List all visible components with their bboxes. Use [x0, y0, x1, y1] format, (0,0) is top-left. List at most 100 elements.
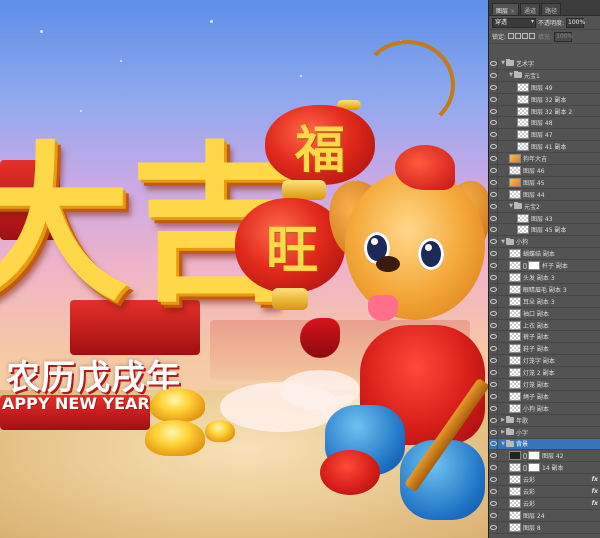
- layer-row[interactable]: 图层 44: [489, 188, 600, 201]
- layer-group-row[interactable]: ▼ 背景: [489, 438, 600, 451]
- layer-row[interactable]: 杆子 副本: [489, 260, 600, 273]
- layer-row[interactable]: 绳子 副本: [489, 390, 600, 403]
- visibility-eye-icon[interactable]: [489, 521, 498, 533]
- visibility-eye-icon[interactable]: [489, 129, 498, 141]
- layer-group-row[interactable]: ▼ 小狗: [489, 236, 600, 249]
- visibility-eye-icon[interactable]: [489, 462, 498, 474]
- layer-name[interactable]: 灯笼字 副本: [523, 356, 555, 365]
- visibility-eye-icon[interactable]: [489, 283, 498, 295]
- layer-name[interactable]: 蝴蝶结 副本: [523, 249, 555, 258]
- layer-name[interactable]: 年歌: [516, 416, 528, 425]
- layer-name[interactable]: 图层 24: [523, 511, 545, 520]
- layers-list[interactable]: ▼ 艺术字 ▼ 元宝1 图层 49 图层 32 副本 图层 32 副本 2 图层 48 图层 4…: [489, 58, 600, 538]
- layer-row[interactable]: 袖口 副本: [489, 307, 600, 320]
- lock-transparency-icon[interactable]: [508, 32, 515, 39]
- visibility-eye-icon[interactable]: [489, 486, 498, 497]
- layer-name[interactable]: 图层 41 副本: [531, 142, 566, 151]
- layer-name[interactable]: 图层 8: [523, 523, 541, 532]
- layer-row[interactable]: 灯笼 副本: [489, 379, 600, 391]
- visibility-eye-icon[interactable]: [489, 69, 498, 81]
- layer-name[interactable]: 图层 43: [531, 214, 553, 223]
- blend-mode-select[interactable]: 穿透: [492, 17, 536, 28]
- layer-row[interactable]: 耳朵 副本 3: [489, 295, 600, 308]
- visibility-eye-icon[interactable]: [489, 93, 498, 105]
- layer-name[interactable]: 图层 47: [531, 130, 553, 139]
- layer-row[interactable]: 图层 45: [489, 176, 600, 189]
- visibility-eye-icon[interactable]: [489, 58, 498, 69]
- layer-name[interactable]: 小狗 副本: [523, 404, 549, 413]
- link-chain-icon[interactable]: [523, 262, 527, 269]
- layer-name[interactable]: 头发 副本 3: [523, 273, 555, 282]
- layer-row[interactable]: 图层 49: [489, 81, 600, 94]
- layer-row[interactable]: 灯笼 2 副本: [489, 367, 600, 380]
- visibility-eye-icon[interactable]: [489, 260, 498, 272]
- layer-name[interactable]: 元宝1: [524, 71, 540, 80]
- layer-row[interactable]: 图层 45 副本: [489, 224, 600, 237]
- layer-group-row[interactable]: ▼ 元宝1: [489, 69, 600, 82]
- visibility-eye-icon[interactable]: [489, 176, 498, 188]
- layer-row[interactable]: 14 副本: [489, 462, 600, 475]
- layer-row[interactable]: 上衣 副本: [489, 319, 600, 332]
- visibility-eye-icon[interactable]: [489, 236, 498, 248]
- layer-row[interactable]: 狗年大吉: [489, 153, 600, 166]
- visibility-eye-icon[interactable]: [489, 426, 498, 438]
- layer-mask-thumbnail[interactable]: [528, 261, 540, 271]
- layer-name[interactable]: 狗年大吉: [523, 154, 547, 163]
- layer-name[interactable]: 元宝2: [524, 202, 540, 211]
- layer-name[interactable]: 图层 48: [531, 118, 553, 127]
- layer-name[interactable]: 小字: [516, 428, 528, 437]
- visibility-eye-icon[interactable]: [489, 200, 498, 212]
- link-chain-icon[interactable]: [523, 464, 527, 471]
- tab-layers[interactable]: 图层 ×: [492, 3, 520, 15]
- layer-effects-icon[interactable]: fx: [592, 500, 598, 507]
- tab-channels[interactable]: 通道: [520, 3, 541, 15]
- layer-row[interactable]: 图层 32 副本: [489, 93, 600, 106]
- layer-row[interactable]: 图层 46: [489, 165, 600, 177]
- visibility-eye-icon[interactable]: [489, 367, 498, 379]
- visibility-eye-icon[interactable]: [489, 450, 498, 462]
- layer-row[interactable]: 裤子 副本: [489, 331, 600, 344]
- layer-name[interactable]: 图层 32 副本 2: [531, 107, 572, 116]
- layer-row[interactable]: 图层 41 副本: [489, 141, 600, 154]
- layer-name[interactable]: 艺术字: [516, 59, 534, 68]
- layer-row[interactable]: 小狗 副本: [489, 402, 600, 415]
- layer-group-row[interactable]: ▼ 艺术字: [489, 58, 600, 70]
- layer-name[interactable]: 眼睛眉毛 副本 3: [523, 285, 567, 294]
- layer-name[interactable]: 图层 32 副本: [531, 95, 566, 104]
- layer-name[interactable]: 图层 49: [531, 83, 553, 92]
- layer-name[interactable]: 灯笼 副本: [523, 380, 549, 389]
- visibility-eye-icon[interactable]: [489, 438, 498, 450]
- layer-name[interactable]: 图层 45 副本: [531, 225, 566, 234]
- visibility-eye-icon[interactable]: [489, 379, 498, 390]
- layer-row[interactable]: 图层 47: [489, 129, 600, 142]
- layer-row[interactable]: 蝴蝶结 副本: [489, 248, 600, 261]
- visibility-eye-icon[interactable]: [489, 212, 498, 224]
- layer-name[interactable]: 裤子 副本: [523, 332, 549, 341]
- visibility-eye-icon[interactable]: [489, 153, 498, 165]
- layer-effects-icon[interactable]: fx: [592, 488, 598, 495]
- close-icon[interactable]: ×: [510, 8, 515, 15]
- layer-name[interactable]: 小狗: [516, 237, 528, 246]
- layer-name[interactable]: 云彩: [523, 475, 535, 484]
- visibility-eye-icon[interactable]: [489, 81, 498, 93]
- layer-row[interactable]: 头发 副本 3: [489, 272, 600, 284]
- link-chain-icon[interactable]: [523, 452, 527, 459]
- layer-name[interactable]: 耳朵 副本 3: [523, 297, 555, 306]
- layer-group-row[interactable]: ▶ 年歌: [489, 414, 600, 427]
- lock-icons[interactable]: [508, 32, 536, 41]
- layer-row[interactable]: 云彩 fx: [489, 497, 600, 510]
- layer-row[interactable]: 鞋子 副本: [489, 343, 600, 356]
- visibility-eye-icon[interactable]: [489, 295, 498, 307]
- visibility-eye-icon[interactable]: [489, 248, 498, 260]
- lock-all-icon[interactable]: [529, 32, 536, 39]
- visibility-eye-icon[interactable]: [489, 497, 498, 509]
- fill-input[interactable]: 100%: [554, 31, 573, 42]
- lock-position-icon[interactable]: [522, 32, 529, 39]
- layer-name[interactable]: 背景: [516, 439, 528, 448]
- layer-mask-thumbnail[interactable]: [528, 463, 540, 473]
- layer-row[interactable]: 图层 32 副本 2: [489, 105, 600, 118]
- visibility-eye-icon[interactable]: [489, 224, 498, 236]
- layer-row[interactable]: 图层 42: [489, 450, 600, 463]
- visibility-eye-icon[interactable]: [489, 165, 498, 176]
- layer-row[interactable]: 云彩 fx: [489, 474, 600, 487]
